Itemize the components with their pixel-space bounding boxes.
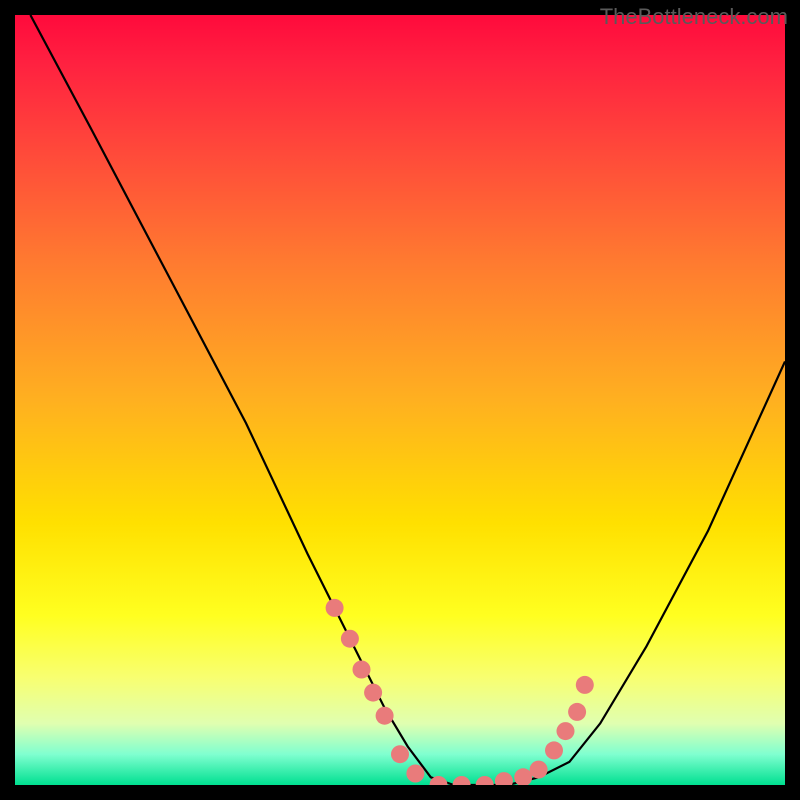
marker-point	[557, 722, 575, 740]
marker-point	[406, 765, 424, 783]
marker-point	[364, 684, 382, 702]
marker-point	[495, 772, 513, 785]
watermark-text: TheBottleneck.com	[600, 4, 788, 30]
marker-point	[514, 768, 532, 785]
marker-point	[545, 741, 563, 759]
marker-point	[376, 707, 394, 725]
marker-point	[530, 761, 548, 779]
marker-point	[568, 703, 586, 721]
marker-point	[341, 630, 359, 648]
marker-point	[476, 776, 494, 785]
bottleneck-curve	[30, 15, 785, 785]
marker-point	[353, 661, 371, 679]
plot-area	[15, 15, 785, 785]
curve-markers	[326, 599, 594, 785]
marker-point	[453, 776, 471, 785]
chart-svg	[15, 15, 785, 785]
marker-point	[326, 599, 344, 617]
marker-point	[391, 745, 409, 763]
marker-point	[576, 676, 594, 694]
